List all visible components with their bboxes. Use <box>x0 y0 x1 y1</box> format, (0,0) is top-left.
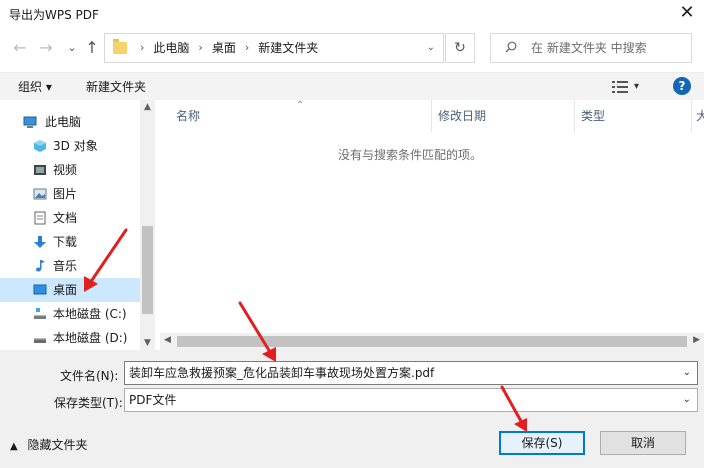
search-input[interactable]: 在 新建文件夹 中搜索 <box>490 33 692 63</box>
save-type-value: PDF文件 <box>129 393 177 407</box>
column-header-label: 大 <box>696 109 704 123</box>
window-title: 导出为WPS PDF <box>9 8 99 22</box>
title-bar: 导出为WPS PDF ✕ <box>0 0 704 28</box>
breadcrumb-separator[interactable]: › <box>189 34 211 62</box>
address-bar[interactable]: › 此电脑 › 桌面 › 新建文件夹 ⌄ <box>104 33 444 63</box>
refresh-button[interactable]: ↻ <box>445 33 475 63</box>
scroll-left-arrow-icon[interactable]: ◀ <box>164 335 171 345</box>
document-icon <box>34 211 46 225</box>
nav-item-label: 本地磁盘 (C:) <box>53 307 127 321</box>
scroll-right-arrow-icon[interactable]: ▶ <box>693 335 700 345</box>
picture-icon <box>33 188 47 200</box>
scrollbar-thumb[interactable] <box>142 226 153 314</box>
nav-item-label: 本地磁盘 (D:) <box>53 331 128 345</box>
breadcrumb-this-pc[interactable]: 此电脑 <box>153 34 189 62</box>
chevron-up-icon: ▲ <box>10 441 18 452</box>
navigation-pane: 此电脑 3D 对象 视频 图片 文档 下载 音乐 桌面 本地磁盘 (C:) 本地… <box>0 100 155 350</box>
download-icon <box>34 236 46 248</box>
folder-icon <box>113 39 127 54</box>
scroll-up-arrow-icon[interactable]: ▲ <box>140 102 155 112</box>
search-icon <box>505 41 517 53</box>
save-type-label: 保存类型(T): <box>54 396 123 410</box>
close-button[interactable]: ✕ <box>670 0 704 28</box>
nav-item-label: 下载 <box>53 235 78 249</box>
nav-item-drive-c[interactable]: 本地磁盘 (C:) <box>0 302 140 326</box>
chevron-down-icon: ⌄ <box>682 394 691 405</box>
music-icon <box>36 260 45 272</box>
filename-field[interactable]: 装卸车应急救援预案_危化品装卸车事故现场处置方案.pdf ⌄ <box>124 361 698 385</box>
nav-item-this-pc[interactable]: 此电脑 <box>0 110 140 134</box>
nav-item-label: 桌面 <box>53 283 78 297</box>
breadcrumb-separator[interactable]: › <box>236 34 258 62</box>
nav-item-documents[interactable]: 文档 <box>0 206 140 230</box>
computer-icon <box>23 116 37 128</box>
breadcrumb-desktop[interactable]: 桌面 <box>212 34 236 62</box>
save-type-select[interactable]: PDF文件 ⌄ <box>124 388 698 412</box>
sort-ascending-icon: ⌃ <box>296 100 305 111</box>
file-list: ⌃ 名称 修改日期 类型 大 没有与搜索条件匹配的项。 <box>160 100 704 350</box>
filename-value: 装卸车应急救援预案_危化品装卸车事故现场处置方案.pdf <box>129 366 435 380</box>
file-list-hscrollbar[interactable]: ◀ ▶ <box>160 333 704 350</box>
chevron-down-icon[interactable]: ⌄ <box>683 362 691 384</box>
nav-item-3d-objects[interactable]: 3D 对象 <box>0 134 140 158</box>
hide-folders-label: 隐藏文件夹 <box>27 438 88 452</box>
filename-label: 文件名(N): <box>60 369 119 383</box>
nav-item-drive-d[interactable]: 本地磁盘 (D:) <box>0 326 140 350</box>
video-icon <box>34 165 46 175</box>
nav-item-downloads[interactable]: 下载 <box>0 230 140 254</box>
back-button[interactable]: ← <box>10 36 30 60</box>
nav-item-music[interactable]: 音乐 <box>0 254 140 278</box>
hide-folders-toggle[interactable]: ▲ 隐藏文件夹 <box>10 436 88 456</box>
command-bar: 组织 ▾ 新建文件夹 ▾ <box>0 72 704 100</box>
nav-item-videos[interactable]: 视频 <box>0 158 140 182</box>
save-button[interactable]: 保存(S) <box>499 431 585 455</box>
cube-3d-icon <box>34 140 46 152</box>
breadcrumb: › 此电脑 › 桌面 › 新建文件夹 <box>131 34 318 62</box>
nav-item-desktop[interactable]: 桌面 <box>0 278 140 302</box>
search-placeholder: 在 新建文件夹 中搜索 <box>531 41 647 55</box>
column-header-label: 名称 <box>176 109 201 123</box>
address-dropdown-button[interactable]: ⌄ <box>427 34 435 62</box>
column-header-label: 修改日期 <box>438 109 487 123</box>
nav-item-label: 此电脑 <box>45 115 82 129</box>
column-header-type[interactable]: 类型 <box>575 100 692 132</box>
breadcrumb-new-folder[interactable]: 新建文件夹 <box>258 34 318 62</box>
column-header-label: 类型 <box>581 109 606 123</box>
scroll-down-arrow-icon[interactable]: ▼ <box>140 338 155 348</box>
column-header-date[interactable]: 修改日期 <box>432 100 575 132</box>
recent-locations-button[interactable]: ⌄ <box>62 36 82 60</box>
drive-icon <box>34 308 46 319</box>
nav-item-label: 视频 <box>53 163 78 177</box>
nav-item-label: 音乐 <box>53 259 78 273</box>
nav-item-label: 3D 对象 <box>53 139 98 153</box>
column-header-name[interactable]: ⌃ 名称 <box>160 100 432 132</box>
nav-item-label: 图片 <box>53 187 78 201</box>
nav-pane-scrollbar[interactable]: ▲ ▼ <box>140 100 155 350</box>
nav-item-label: 文档 <box>53 211 78 225</box>
drive-icon <box>34 338 46 343</box>
help-icon[interactable]: ? <box>673 77 691 95</box>
empty-message: 没有与搜索条件匹配的项。 <box>337 148 482 162</box>
breadcrumb-separator: › <box>140 41 145 54</box>
view-dropdown-button[interactable]: ▾ <box>634 73 639 101</box>
nav-item-pictures[interactable]: 图片 <box>0 182 140 206</box>
forward-button[interactable]: → <box>36 36 56 60</box>
view-options-icon[interactable] <box>612 81 628 93</box>
column-header-size[interactable]: 大 <box>692 100 704 132</box>
new-folder-button[interactable]: 新建文件夹 <box>86 73 146 101</box>
organize-menu[interactable]: 组织 ▾ <box>18 73 52 101</box>
up-button[interactable]: ↑ <box>82 36 102 60</box>
cancel-button[interactable]: 取消 <box>600 431 686 455</box>
desktop-icon <box>33 284 47 295</box>
scrollbar-thumb[interactable] <box>177 336 687 347</box>
